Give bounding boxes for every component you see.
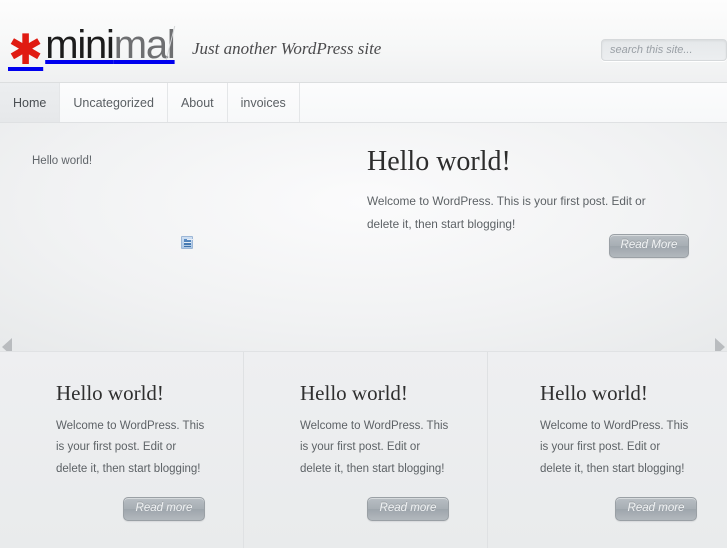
hero-read-more-button[interactable]: Read More — [609, 234, 689, 258]
next-slide-arrow-icon[interactable] — [715, 338, 725, 351]
search-form — [601, 39, 727, 61]
column-body-text: Welcome to WordPress. This is your first… — [56, 420, 205, 475]
feature-column: Hello world! Welcome to WordPress. This … — [487, 352, 727, 548]
site-logo[interactable]: ✱ minimal — [8, 23, 176, 73]
broken-image-icon — [181, 236, 193, 249]
column-title: Hello world! — [540, 381, 648, 405]
feature-column: Hello world! Welcome to WordPress. This … — [0, 352, 243, 548]
asterisk-icon: ✱ — [8, 26, 44, 73]
column-read-more-button[interactable]: Read more — [123, 497, 205, 521]
column-body-text: Welcome to WordPress. This is your first… — [540, 420, 689, 475]
column-body-text: Welcome to WordPress. This is your first… — [300, 420, 449, 475]
hero-title: Hello world! — [367, 146, 511, 177]
nav-item-label: invoices — [240, 95, 286, 110]
feature-column: Hello world! Welcome to WordPress. This … — [243, 352, 487, 548]
page-root: ✱ minimal Just another WordPress site Ho… — [0, 0, 727, 548]
nav-item-label: Uncategorized — [73, 95, 154, 110]
feature-columns: Hello world! Welcome to WordPress. This … — [0, 351, 727, 548]
nav-item-label: Home — [13, 95, 47, 110]
column-read-more-button[interactable]: Read more — [615, 497, 697, 521]
nav-item-home[interactable]: Home — [0, 83, 61, 122]
primary-navigation: Home Uncategorized About invoices — [0, 83, 727, 123]
site-header: ✱ minimal Just another WordPress site — [0, 0, 727, 83]
column-title: Hello world! — [300, 381, 408, 405]
prev-slide-arrow-icon[interactable] — [2, 338, 12, 351]
search-input[interactable] — [601, 39, 727, 61]
logo-prefix: mini — [45, 23, 115, 67]
column-title: Hello world! — [56, 381, 164, 405]
hero-body-text: Welcome to WordPress. This is your first… — [367, 193, 646, 231]
logo-suffix: mal — [113, 23, 176, 67]
hero-content: Hello world! Welcome to WordPress. This … — [367, 146, 697, 236]
nav-item-invoices[interactable]: invoices — [228, 83, 300, 122]
hero-image-area: Hello world! — [0, 123, 355, 351]
nav-item-label: About — [180, 95, 214, 110]
column-read-more-button[interactable]: Read more — [367, 497, 449, 521]
nav-item-uncategorized[interactable]: Uncategorized — [60, 83, 168, 122]
hero-image-alt-text: Hello world! — [32, 155, 93, 167]
site-tagline: Just another WordPress site — [192, 39, 382, 58]
nav-item-about[interactable]: About — [168, 83, 228, 122]
